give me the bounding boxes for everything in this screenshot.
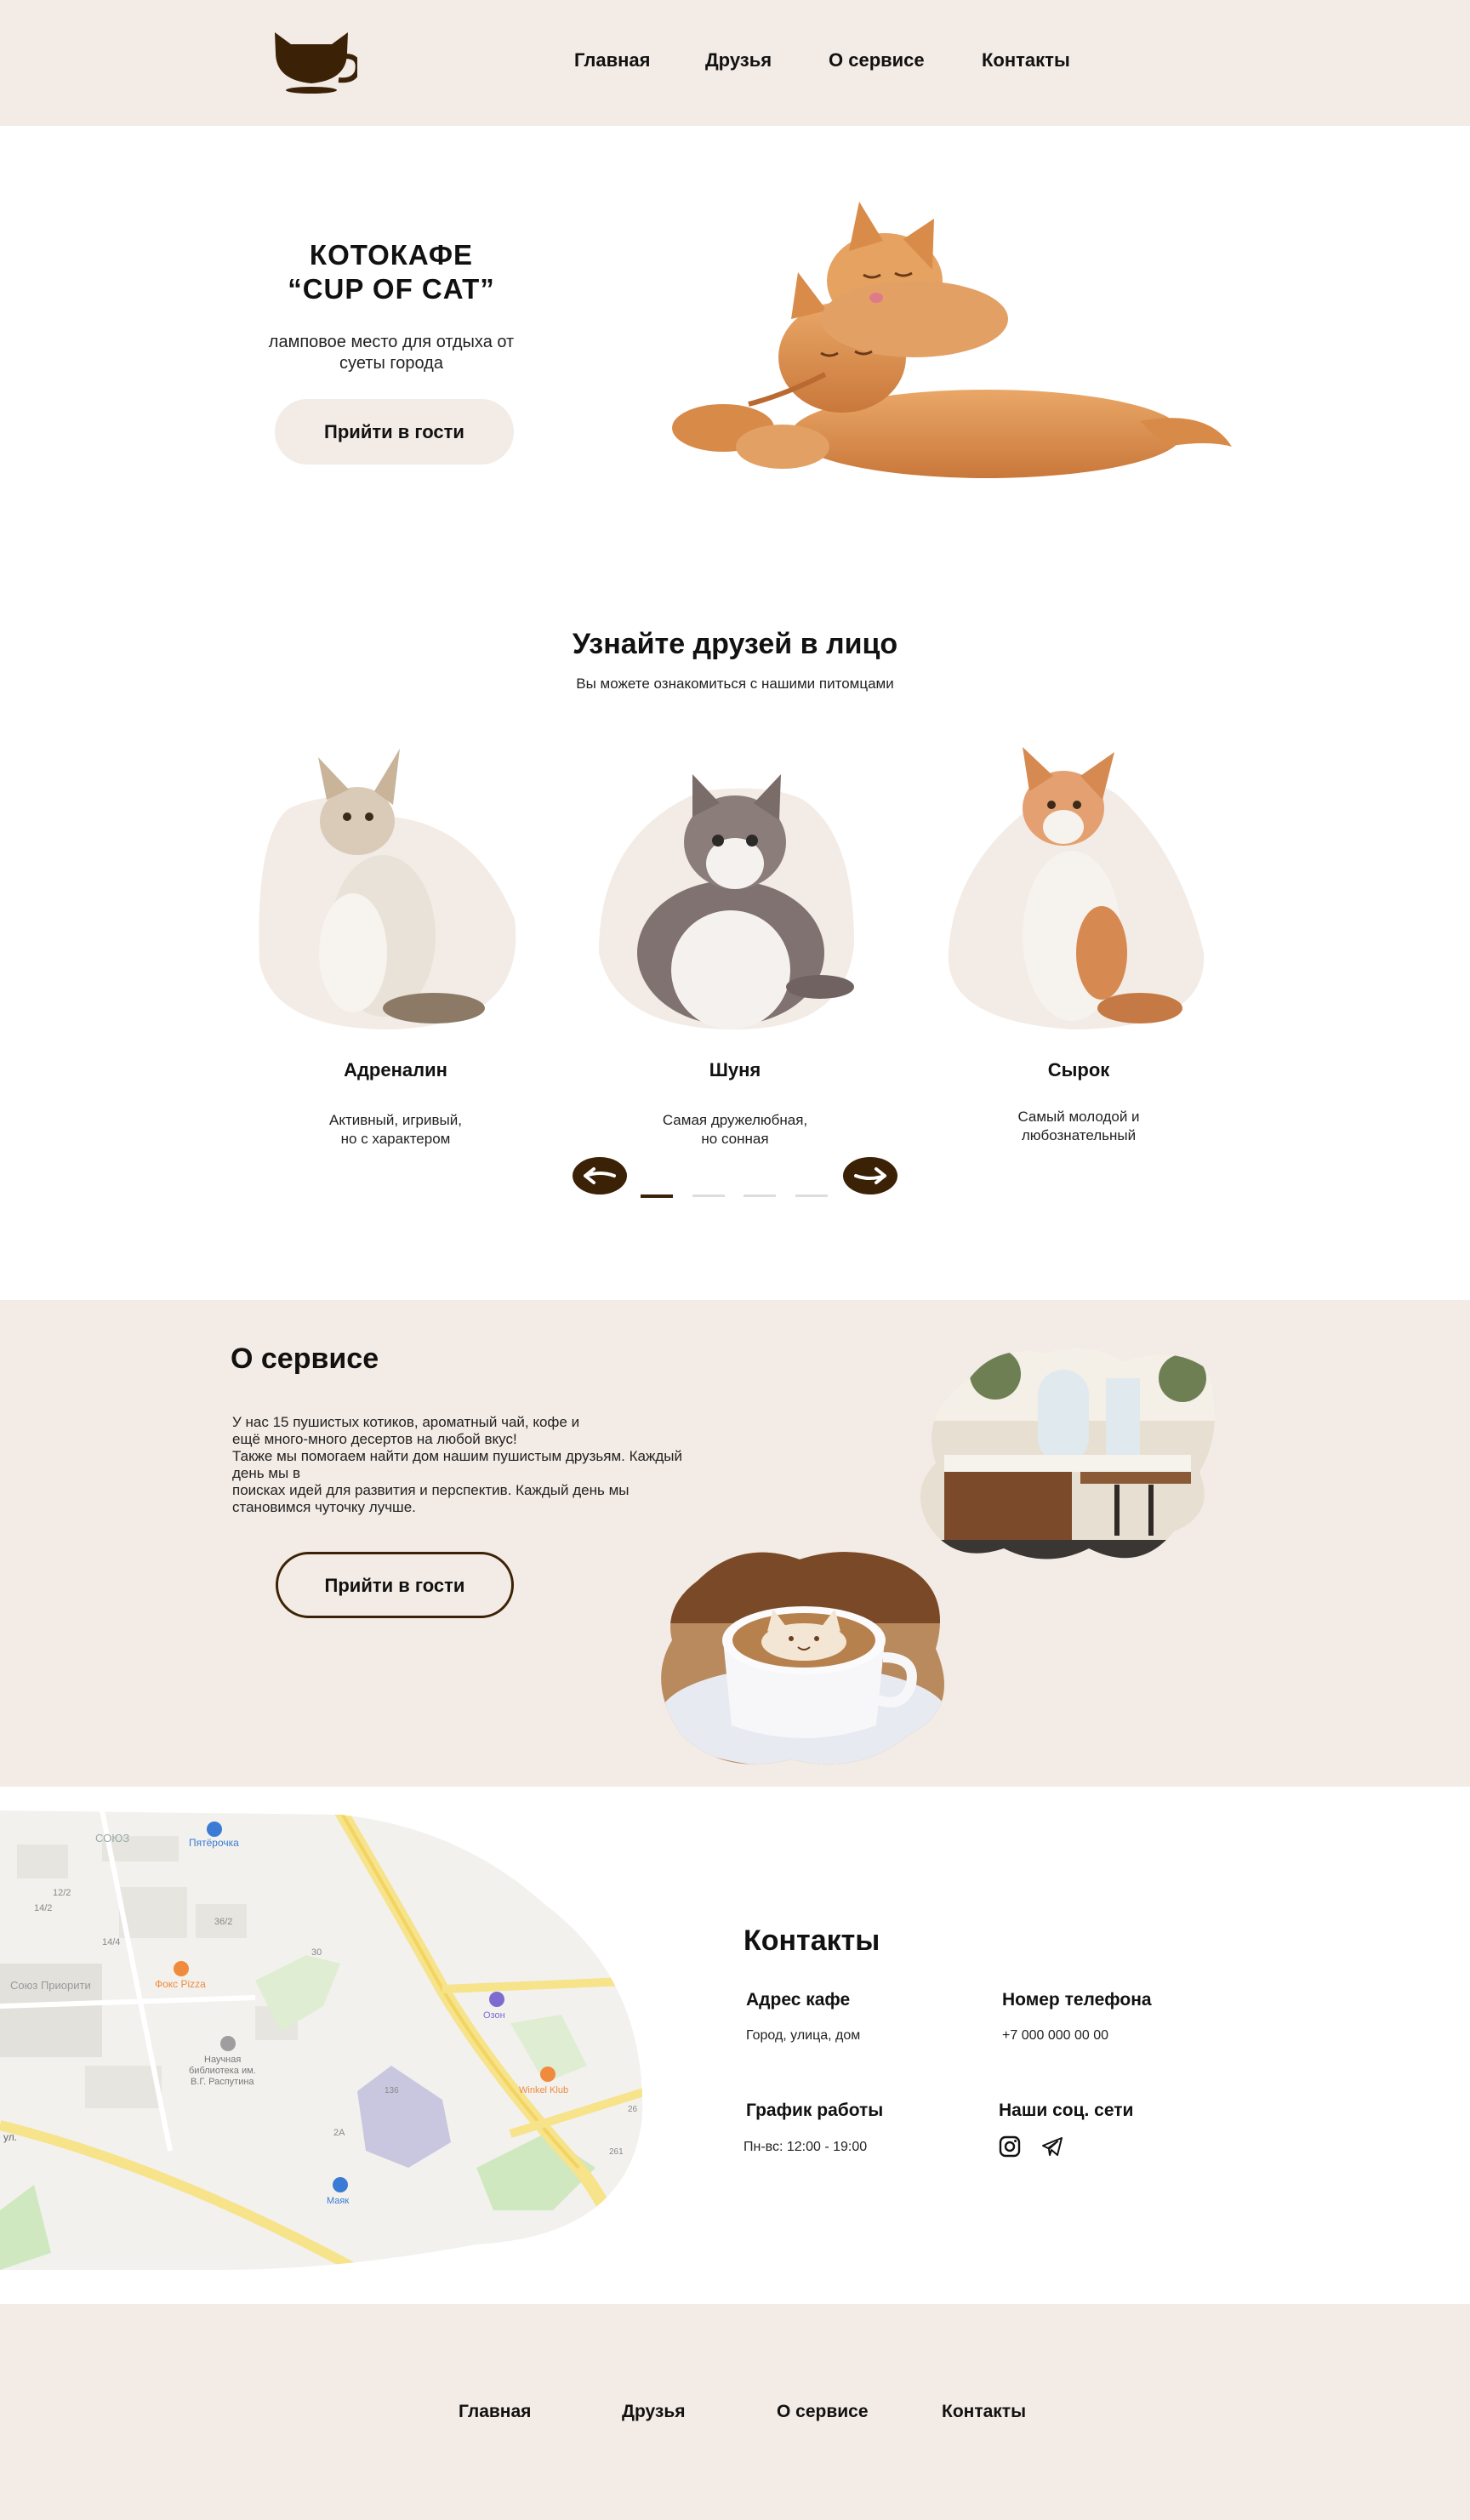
map-label-winkel: Winkel Klub	[519, 2085, 568, 2095]
map-label-12-2: 12/2	[53, 1888, 71, 1898]
map-label-14-2: 14/2	[34, 1903, 52, 1913]
pet-name-3: Сырок	[1047, 1059, 1110, 1080]
slider-dot-1[interactable]	[641, 1194, 673, 1198]
map-label-fox-pizza: Фокс Pizza	[155, 1978, 206, 1990]
about-line-4: день мы в	[232, 1465, 301, 1481]
nav-home[interactable]: Главная	[574, 49, 650, 71]
phone-value[interactable]: +7 000 000 00 00	[1002, 2028, 1108, 2044]
pet-desc-3-line1: Самый молодой и	[1017, 1109, 1140, 1125]
map-label-library-2: библиотека им.	[189, 2066, 256, 2076]
nav-friends[interactable]: Друзья	[705, 49, 772, 71]
pet-name-2: Шуня	[709, 1059, 761, 1080]
pet-desc-2-line1: Самая дружелюбная,	[662, 1112, 808, 1128]
hero-kittens-image	[664, 191, 1242, 498]
about-line-2: ещё много-много десертов на любой вкус!	[232, 1431, 517, 1447]
hero-title-line2: “CUP OF CAT”	[288, 273, 495, 305]
hero-subtitle: ламповое место для отдыха от суеты город…	[268, 333, 515, 373]
pet-desc-1-line1: Активный, игривый,	[329, 1112, 462, 1128]
slider-prev-arrow-icon[interactable]	[572, 1155, 628, 1196]
friends-subtitle: Вы можете ознакомиться с нашими питомцам…	[576, 676, 894, 692]
footer-nav-about[interactable]: О сервисе	[777, 2402, 869, 2422]
about-line-3: Также мы помогаем найти дом нашим пушист…	[232, 1448, 682, 1464]
friends-title: Узнайте друзей в лицо	[572, 628, 898, 660]
map-label-pyaterochka: Пятёрочка	[189, 1837, 239, 1849]
map-label-136: 136	[385, 2086, 399, 2095]
map-label-36-2: 36/2	[214, 1917, 232, 1927]
nav-contacts[interactable]: Контакты	[982, 49, 1070, 71]
address-value: Город, улица, дом	[746, 2028, 861, 2043]
slider-dot-4[interactable]	[795, 1194, 828, 1197]
footer-nav-home[interactable]: Главная	[459, 2402, 531, 2422]
about-text: У нас 15 пушистых котиков, ароматный чай…	[232, 1414, 717, 1516]
pet-card-adrenalin-image[interactable]	[255, 732, 527, 1038]
hero-title: КОТОКАФЕ “CUP OF CAT”	[217, 238, 566, 306]
coffee-cat-latte-image	[655, 1547, 953, 1770]
map-label-261: 261	[609, 2147, 624, 2157]
map-label-street: ул.	[3, 2131, 17, 2143]
hours-label: График работы	[746, 2101, 884, 2120]
pet-desc-2: Самая дружелюбная, но сонная	[599, 1111, 871, 1149]
contacts-title: Контакты	[744, 1924, 880, 1957]
address-label: Адрес кафе	[746, 1990, 851, 2010]
about-title: О сервисе	[231, 1343, 379, 1375]
pet-name-1: Адреналин	[344, 1059, 447, 1080]
map-label-2a: 2А	[333, 2128, 345, 2138]
about-line-6: становимся чуточку лучше.	[232, 1499, 416, 1515]
pet-desc-2-line2: но сонная	[701, 1131, 769, 1147]
pet-card-syrok-image[interactable]	[944, 732, 1216, 1038]
map-label-14-4: 14/4	[102, 1937, 120, 1947]
telegram-icon[interactable]	[1041, 2135, 1063, 2158]
pet-desc-1: Активный, игривый, но с характером	[259, 1111, 532, 1149]
phone-label: Номер телефона	[1002, 1990, 1152, 2010]
map-label-library-3: В.Г. Распутина	[191, 2077, 254, 2087]
about-line-1: У нас 15 пушистых котиков, ароматный чай…	[232, 1414, 580, 1430]
footer	[0, 2304, 1470, 2520]
pet-desc-1-line2: но с характером	[340, 1131, 451, 1147]
map-label-soyuz-priority: Союз Приорити	[10, 1979, 91, 1992]
footer-nav-contacts[interactable]: Контакты	[942, 2402, 1026, 2422]
hero-visit-button[interactable]: Прийти в гости	[275, 399, 514, 465]
cafe-interior-image	[919, 1344, 1216, 1565]
slider-next-arrow-icon[interactable]	[842, 1155, 898, 1196]
map-label-ozon: Озон	[483, 2010, 505, 2021]
map[interactable]: СОЮЗ Пятёрочка Союз Приорити Фокс Pizza …	[0, 1810, 647, 2270]
hours-value: Пн-вс: 12:00 - 19:00	[744, 2140, 868, 2154]
pet-desc-3: Самый молодой и любознательный	[943, 1108, 1215, 1145]
slider-dot-2[interactable]	[692, 1194, 725, 1197]
about-line-5: поисках идей для развития и перспектив. …	[232, 1482, 630, 1498]
map-label-soyuz: СОЮЗ	[95, 1832, 129, 1844]
nav-about[interactable]: О сервисе	[829, 49, 925, 71]
footer-nav-friends[interactable]: Друзья	[622, 2402, 686, 2422]
about-visit-button[interactable]: Прийти в гости	[276, 1552, 514, 1618]
map-label-26: 26	[628, 2105, 638, 2114]
social-label: Наши соц. сети	[999, 2101, 1134, 2120]
hero-title-line1: КОТОКАФЕ	[309, 239, 474, 271]
pet-desc-3-line2: любознательный	[1021, 1127, 1137, 1143]
slider-dot-3[interactable]	[744, 1194, 776, 1197]
map-label-mayak: Маяк	[327, 2196, 349, 2206]
pet-card-shunya-image[interactable]	[599, 732, 871, 1038]
instagram-icon[interactable]	[999, 2135, 1021, 2158]
map-label-30: 30	[311, 1947, 322, 1958]
map-label-library-1: Научная	[204, 2055, 241, 2065]
logo-cat-cup-icon[interactable]	[272, 27, 361, 95]
